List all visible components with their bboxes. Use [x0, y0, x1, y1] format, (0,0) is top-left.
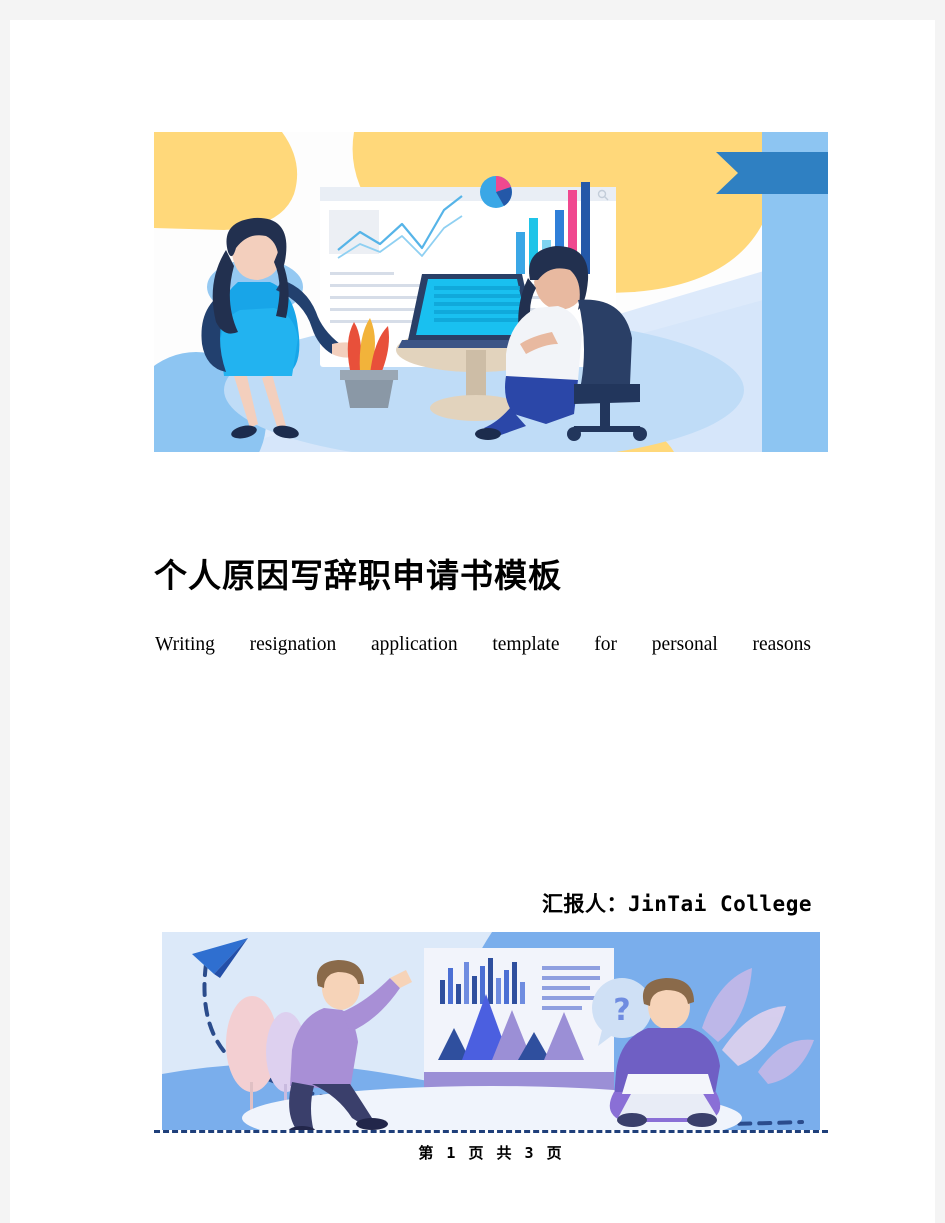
hero-illustration	[154, 132, 828, 452]
page-subtitle: Writing resignation application template…	[155, 634, 811, 655]
page-title: 个人原因写辞职申请书模板	[154, 556, 562, 595]
footer-illustration-graphic: ?	[162, 932, 820, 1130]
dashboard-pie-chart	[480, 176, 512, 208]
hero-illustration-graphic	[154, 132, 828, 452]
footer-divider	[154, 1130, 828, 1133]
svg-text:?: ?	[613, 993, 630, 1028]
footer-illustration: ?	[162, 932, 820, 1130]
document-viewer: 个人原因写辞职申请书模板 Writing resignation applica…	[0, 0, 945, 1223]
page-number: 第 1 页 共 3 页	[418, 1144, 564, 1162]
author-line: 汇报人：JinTai College	[541, 892, 812, 916]
document-page: 个人原因写辞职申请书模板 Writing resignation applica…	[10, 20, 935, 1223]
